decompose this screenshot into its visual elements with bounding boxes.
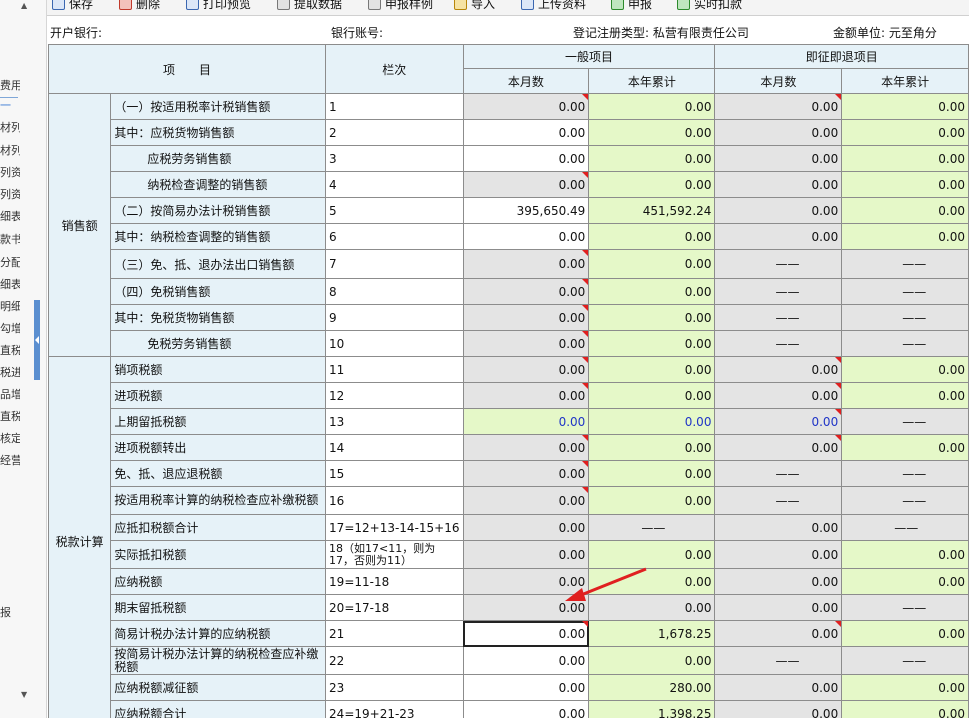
printer-icon (186, 0, 199, 10)
left-nav-item[interactable]: 直税 (0, 408, 20, 424)
scroll-up-arrow-icon[interactable]: ▲ (21, 1, 27, 10)
left-nav-item[interactable]: 列资 (0, 186, 20, 202)
left-nav-item[interactable]: 品增 (0, 386, 20, 402)
left-nav-item[interactable]: 材列 (0, 119, 20, 135)
left-nav-item[interactable]: 材列 (0, 142, 20, 158)
upload-button[interactable]: 上传资料 (521, 0, 586, 13)
realtime-deduct-button[interactable]: 实时扣款 (677, 0, 742, 13)
toolbar: 保存 删除 打印预览 提取数据 申报样例 导入 上传资料 申报 实时扣款 (46, 0, 969, 16)
left-nav-item[interactable]: 列资 (0, 164, 20, 180)
left-nav-item[interactable]: 经营 (0, 452, 20, 468)
left-nav-item[interactable]: 核定 (0, 430, 20, 446)
left-nav-item[interactable]: 税进 (0, 364, 20, 380)
import-button[interactable]: 导入 (454, 0, 495, 13)
save-button[interactable]: 保存 (52, 0, 93, 13)
left-nav-item[interactable]: 款书 (0, 231, 20, 247)
left-nav-item[interactable]: 直税 (0, 342, 20, 358)
left-nav-item[interactable]: 细表 (0, 208, 20, 224)
annotation-arrow (565, 567, 647, 601)
pencil-icon (454, 0, 467, 10)
left-nav-panel: ▲ ▼ 费用一材列 材列 列资 列资 细表 款书 分配 细表 明细 勾增 直税 税进 品增 直税 核定 经营报 (0, 0, 47, 718)
left-nav-item[interactable]: 细表 (0, 276, 20, 292)
upload-icon (521, 0, 534, 10)
fetch-data-button[interactable]: 提取数据 (277, 0, 342, 13)
declare-button[interactable]: 申报 (611, 0, 652, 13)
checkmark-icon (611, 0, 624, 10)
delete-icon (119, 0, 132, 10)
left-nav-item[interactable]: 分配 (0, 254, 20, 270)
left-nav-item[interactable]: 一 (0, 97, 20, 113)
database-icon (277, 0, 290, 10)
left-nav-item[interactable]: 明细 (0, 298, 20, 314)
delete-button[interactable]: 删除 (119, 0, 160, 13)
left-nav-item[interactable]: 费用 (0, 77, 20, 93)
collapse-arrow-icon[interactable] (35, 336, 39, 344)
checkmark-icon (677, 0, 690, 10)
document-icon (368, 0, 381, 10)
left-nav-item[interactable]: 勾增 (0, 320, 20, 336)
report-sample-button[interactable]: 申报样例 (368, 0, 433, 13)
floppy-disk-icon (52, 0, 65, 10)
left-nav-item[interactable]: 报 (0, 604, 20, 620)
scroll-down-arrow-icon[interactable]: ▼ (21, 690, 27, 699)
vat-return-form: 开户银行: 银行账号: 登记注册类型: 私营有限责任公司 金额单位: 元至角分 … (46, 19, 969, 718)
print-preview-button[interactable]: 打印预览 (186, 0, 251, 13)
